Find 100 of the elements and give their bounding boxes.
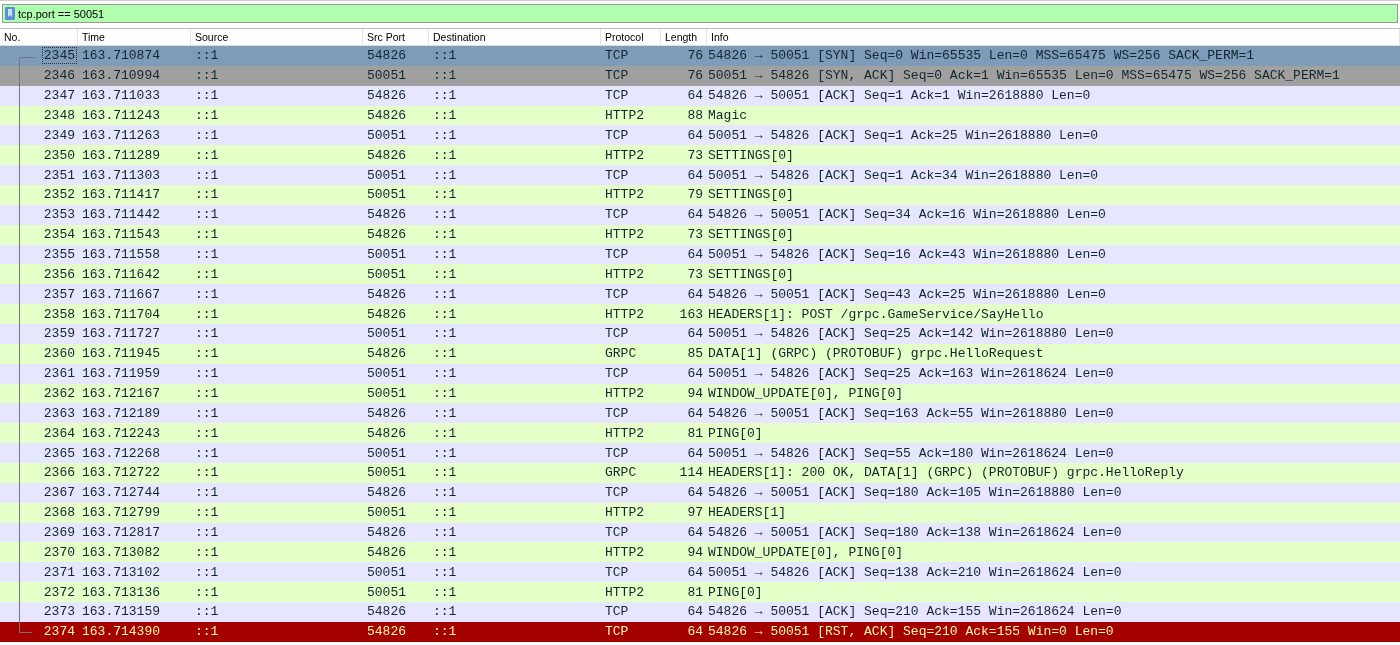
packet-row[interactable]: 2346 163.710994 ::1 50051 ::1 TCP 76 50051 → 54826 [SYN, ACK] Seq=0 Ack=1 Win=65535 Len=0 MSS=65475 WS=256 SACK_PERM=1	[0, 65, 1400, 86]
table-cell: 2348	[42, 108, 76, 123]
table-cell-text: ::1	[432, 425, 458, 441]
table-cell: 2359	[42, 326, 76, 342]
packet-row[interactable]: 2359 163.711727 ::1 50051 ::1 TCP 64 50051 → 54826 [ACK] Seq=25 Ack=142 Win=2618880 Len=0	[0, 324, 1400, 344]
column-header[interactable]: Destination	[429, 29, 601, 45]
table-cell-text: 50051 → 54826 [ACK] Seq=16 Ack=43 Win=2618880 Len=0	[707, 247, 1107, 262]
table-cell-text: TCP	[604, 604, 630, 620]
table-cell-text: ::1	[194, 386, 220, 402]
table-cell-text: ::1	[432, 88, 458, 104]
column-header[interactable]: Time	[78, 29, 191, 45]
table-cell-text: 163.710994	[81, 68, 161, 84]
table-cell: 2374	[42, 624, 76, 640]
packet-row[interactable]: 2361 163.711959 ::1 50051 ::1 TCP 64 50051 → 54826 [ACK] Seq=25 Ack=163 Win=2618624 Len=0	[0, 363, 1400, 384]
table-cell-text: 163.711704	[81, 306, 161, 322]
table-cell-text: ::1	[432, 68, 458, 84]
table-cell-text: 64	[686, 167, 704, 183]
packet-row[interactable]: 2354 163.711543 ::1 54826 ::1 HTTP2 73 SETTINGS[0]	[0, 224, 1400, 245]
filter-input[interactable]: tcp.port == 50051	[18, 7, 1397, 20]
column-header[interactable]: No.	[0, 29, 78, 45]
packet-row[interactable]: 2372 163.713136 ::1 50051 ::1 HTTP2 81 PING[0]	[0, 582, 1400, 603]
table-cell-text: ::1	[432, 386, 458, 402]
table-cell-text: ::1	[194, 187, 220, 203]
packet-row[interactable]: 2366 163.712722 ::1 50051 ::1 GRPC 114 HEADERS[1]: 200 OK, DATA[1] (GRPC) (PROTOBUF) grpc.HelloReply	[0, 463, 1400, 483]
table-cell-text: DATA[1] (GRPC) (PROTOBUF) grpc.HelloRequest	[707, 346, 1045, 362]
packet-row[interactable]: 2355 163.711558 ::1 50051 ::1 TCP 64 50051 → 54826 [ACK] Seq=16 Ack=43 Win=2618880 Len=0	[0, 244, 1400, 265]
table-cell-text: 54826	[366, 306, 407, 322]
packet-row[interactable]: 2358 163.711704 ::1 54826 ::1 HTTP2 163 HEADERS[1]: POST /grpc.GameService/SayHello	[0, 304, 1400, 325]
table-cell-text: HTTP2	[604, 306, 645, 322]
table-cell-text: TCP	[604, 127, 630, 143]
table-cell-text: HTTP2	[604, 386, 645, 402]
table-cell-text: GRPC	[604, 346, 638, 362]
packet-row[interactable]: 2363 163.712189 ::1 54826 ::1 TCP 64 54826 → 50051 [ACK] Seq=163 Ack=55 Win=2618880 Len=0	[0, 403, 1400, 424]
packet-row[interactable]: 2353 163.711442 ::1 54826 ::1 TCP 64 54826 → 50051 [ACK] Seq=34 Ack=16 Win=2618880 Len=0	[0, 204, 1400, 225]
packet-row[interactable]: 2367 163.712744 ::1 54826 ::1 TCP 64 54826 → 50051 [ACK] Seq=180 Ack=105 Win=2618880 Len=0	[0, 482, 1400, 503]
table-cell-text: ::1	[194, 584, 220, 600]
packet-row[interactable]: 2362 163.712167 ::1 50051 ::1 HTTP2 94 WINDOW_UPDATE[0], PING[0]	[0, 383, 1400, 404]
table-cell-text: ::1	[194, 207, 220, 223]
table-cell-text: ::1	[432, 346, 458, 362]
packet-row[interactable]: 2360 163.711945 ::1 54826 ::1 GRPC 85 DATA[1] (GRPC) (PROTOBUF) grpc.HelloRequest	[0, 343, 1400, 364]
table-cell-text: 54826	[366, 227, 407, 243]
table-cell-text: ::1	[194, 108, 220, 123]
packet-row[interactable]: 2369 163.712817 ::1 54826 ::1 TCP 64 54826 → 50051 [ACK] Seq=180 Ack=138 Win=2618624 Len=0	[0, 522, 1400, 543]
table-cell-text: ::1	[194, 247, 220, 262]
packet-row[interactable]: 2373 163.713159 ::1 54826 ::1 TCP 64 54826 → 50051 [ACK] Seq=210 Ack=155 Win=2618624 Len=0	[0, 602, 1400, 622]
table-cell-text: ::1	[194, 306, 220, 322]
column-header[interactable]: Info	[707, 29, 1400, 45]
packet-row[interactable]: 2368 163.712799 ::1 50051 ::1 HTTP2 97 HEADERS[1]	[0, 502, 1400, 523]
table-cell-text: 50051	[366, 266, 407, 282]
packet-row[interactable]: 2350 163.711289 ::1 54826 ::1 HTTP2 73 SETTINGS[0]	[0, 145, 1400, 166]
table-cell: 2353	[42, 207, 76, 223]
table-cell-text: TCP	[604, 326, 630, 342]
table-cell-text: 88	[686, 108, 704, 123]
table-cell: 2347	[42, 88, 76, 104]
table-cell: 2345	[42, 48, 76, 64]
packet-row[interactable]: 2357 163.711667 ::1 54826 ::1 TCP 64 54826 → 50051 [ACK] Seq=43 Ack=25 Win=2618880 Len=0	[0, 284, 1400, 305]
table-cell-text: 50051	[366, 564, 407, 580]
packet-row[interactable]: 2371 163.713102 ::1 50051 ::1 TCP 64 50051 → 54826 [ACK] Seq=138 Ack=210 Win=2618624 Len=0	[0, 562, 1400, 583]
column-header[interactable]: Source	[191, 29, 363, 45]
packet-row[interactable]: 2370 163.713082 ::1 54826 ::1 HTTP2 94 WINDOW_UPDATE[0], PING[0]	[0, 542, 1400, 563]
bookmark-icon[interactable]	[5, 7, 15, 20]
packet-row[interactable]: 2345 163.710874 ::1 54826 ::1 TCP 76 54826 → 50051 [SYN] Seq=0 Win=65535 Len=0 MSS=65475 WS=256 SACK_PERM=1	[0, 46, 1400, 66]
packet-row[interactable]: 2364 163.712243 ::1 54826 ::1 HTTP2 81 PING[0]	[0, 423, 1400, 444]
column-header[interactable]: Protocol	[601, 29, 661, 45]
table-cell-text: 163.711558	[81, 247, 161, 262]
column-header[interactable]: Length	[661, 29, 707, 45]
packet-row[interactable]: 2348 163.711243 ::1 54826 ::1 HTTP2 88 Magic	[0, 105, 1400, 126]
table-cell-text: 54826 → 50051 [ACK] Seq=180 Ack=105 Win=2618880 Len=0	[707, 485, 1123, 501]
packet-row[interactable]: 2365 163.712268 ::1 50051 ::1 TCP 64 50051 → 54826 [ACK] Seq=55 Ack=180 Win=2618624 Len=0	[0, 443, 1400, 464]
packet-row[interactable]: 2356 163.711642 ::1 50051 ::1 HTTP2 73 SETTINGS[0]	[0, 264, 1400, 285]
table-cell-text: 163.712722	[81, 465, 161, 481]
table-cell-text: 163.712167	[81, 386, 161, 402]
table-cell-text: 50051	[366, 445, 407, 461]
packet-row[interactable]: 2351 163.711303 ::1 50051 ::1 TCP 64 50051 → 54826 [ACK] Seq=1 Ack=34 Win=2618880 Len=0	[0, 165, 1400, 185]
table-cell-text: 54826 → 50051 [ACK] Seq=34 Ack=16 Win=2618880 Len=0	[707, 207, 1107, 223]
table-cell-text: ::1	[194, 227, 220, 243]
packet-row[interactable]: 2349 163.711263 ::1 50051 ::1 TCP 64 50051 → 54826 [ACK] Seq=1 Ack=25 Win=2618880 Len=0	[0, 125, 1400, 146]
table-cell-text: ::1	[194, 604, 220, 620]
table-cell: 2350	[42, 147, 76, 163]
table-cell-text: 50051 → 54826 [ACK] Seq=1 Ack=34 Win=2618880 Len=0	[707, 167, 1100, 183]
table-cell-text: 163.711667	[81, 286, 161, 302]
table-cell-text: GRPC	[604, 465, 638, 481]
table-cell-text: ::1	[432, 604, 458, 620]
packet-row[interactable]: 2347 163.711033 ::1 54826 ::1 TCP 64 54826 → 50051 [ACK] Seq=1 Ack=1 Win=2618880 Len=0	[0, 85, 1400, 106]
table-cell-text: TCP	[604, 624, 630, 640]
table-cell-text: ::1	[432, 405, 458, 421]
table-cell-text: TCP	[604, 366, 630, 382]
table-cell-text: ::1	[194, 564, 220, 580]
table-cell-text: 50051 → 54826 [SYN, ACK] Seq=0 Ack=1 Win=65535 Len=0 MSS=65475 WS=256 SACK_PERM=1	[707, 68, 1341, 84]
packet-row[interactable]: 2352 163.711417 ::1 50051 ::1 HTTP2 79 SETTINGS[0]	[0, 185, 1400, 205]
table-cell-text: ::1	[194, 48, 220, 64]
table-cell-text: 163.712268	[81, 445, 161, 461]
table-cell-text: 73	[686, 147, 704, 163]
table-cell-text: TCP	[604, 525, 630, 541]
table-cell-text: ::1	[194, 485, 220, 501]
packet-row[interactable]: 2374 163.714390 ::1 54826 ::1 TCP 64 54826 → 50051 [RST, ACK] Seq=210 Ack=155 Win=0 Len=0	[0, 621, 1400, 642]
table-cell-text: ::1	[432, 465, 458, 481]
column-header[interactable]: Src Port	[363, 29, 429, 45]
display-filter-field[interactable]: tcp.port == 50051	[2, 4, 1398, 23]
table-cell-text: 50051 → 54826 [ACK] Seq=1 Ack=25 Win=2618880 Len=0	[707, 127, 1100, 143]
